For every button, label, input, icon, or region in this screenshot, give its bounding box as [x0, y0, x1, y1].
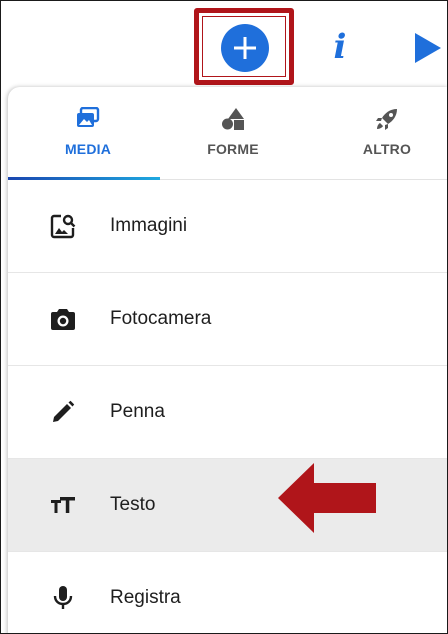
- media-icon: [76, 106, 100, 131]
- tab-media[interactable]: MEDIA: [18, 87, 158, 179]
- text-size-icon: [50, 492, 76, 518]
- play-button[interactable]: [413, 31, 443, 65]
- tab-label: MEDIA: [64, 141, 112, 157]
- toolbar: i: [1, 1, 447, 93]
- play-icon: [415, 33, 441, 63]
- tab-altro[interactable]: ALTRO: [317, 87, 447, 179]
- menu-item-label: Penna: [110, 401, 165, 422]
- shapes-icon: [220, 107, 246, 131]
- rocket-icon: [375, 107, 399, 131]
- app-frame: i MEDIA FORME ALTRO Immagini Fotocamera …: [0, 0, 448, 634]
- menu-item-testo[interactable]: Testo: [8, 459, 447, 552]
- menu-item-immagini[interactable]: Immagini: [8, 180, 447, 273]
- highlight-annotation: [194, 8, 294, 85]
- tab-label: ALTRO: [362, 141, 412, 157]
- image-search-icon: [50, 213, 76, 239]
- menu-item-label: Immagini: [110, 215, 188, 236]
- info-icon: i: [333, 27, 347, 67]
- info-button[interactable]: i: [328, 27, 352, 67]
- tab-forme[interactable]: FORME: [163, 87, 303, 179]
- add-content-panel: MEDIA FORME ALTRO Immagini Fotocamera Pe…: [8, 87, 447, 633]
- pen-icon: [50, 399, 76, 425]
- annotation-arrow-left-icon: [278, 463, 376, 533]
- menu-item-penna[interactable]: Penna: [8, 366, 447, 459]
- tab-label: FORME: [207, 141, 259, 157]
- menu-item-fotocamera[interactable]: Fotocamera: [8, 273, 447, 366]
- microphone-icon: [50, 585, 76, 611]
- menu-item-label: Fotocamera: [110, 308, 212, 329]
- menu-item-label: Registra: [110, 587, 181, 608]
- menu-item-registra[interactable]: Registra: [8, 552, 447, 633]
- camera-icon: [50, 306, 76, 332]
- menu-item-label: Testo: [110, 494, 156, 515]
- tab-bar: MEDIA FORME ALTRO: [8, 87, 447, 180]
